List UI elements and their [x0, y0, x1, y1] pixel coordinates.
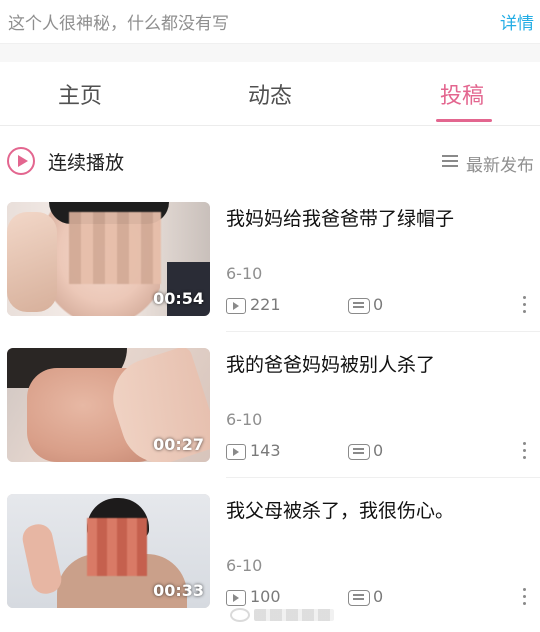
- video-date: 6-10: [226, 264, 263, 283]
- comment-icon: [348, 590, 370, 606]
- active-tab-indicator: [436, 119, 492, 122]
- video-thumbnail[interactable]: 00:33: [7, 494, 210, 608]
- profile-tabs: 主页 动态 投稿: [0, 62, 540, 126]
- video-list-item[interactable]: 00:27 我的爸爸妈妈被别人杀了 6-10 143 0: [0, 342, 540, 488]
- weibo-logo-icon: [230, 608, 250, 622]
- video-date: 6-10: [226, 410, 263, 429]
- video-date: 6-10: [226, 556, 263, 575]
- video-title[interactable]: 我妈妈给我爸爸带了绿帽子: [226, 204, 454, 231]
- video-thumbnail[interactable]: 00:54: [7, 202, 210, 316]
- sort-list-icon[interactable]: [442, 155, 458, 167]
- tab-home[interactable]: 主页: [58, 78, 102, 110]
- details-link[interactable]: 详情: [500, 9, 534, 34]
- comment-count: 0: [373, 295, 384, 314]
- video-duration: 00:27: [153, 435, 204, 454]
- more-options-icon[interactable]: [520, 294, 530, 318]
- comment-icon: [348, 298, 370, 314]
- bio-text: 这个人很神秘，什么都没有写: [8, 14, 229, 34]
- more-options-icon[interactable]: [520, 586, 530, 610]
- continuous-play-button[interactable]: 连续播放: [48, 148, 124, 175]
- tab-dynamics[interactable]: 动态: [248, 78, 292, 110]
- play-circle-icon[interactable]: [7, 147, 35, 175]
- video-duration: 00:33: [153, 581, 204, 600]
- play-count-icon: [226, 444, 246, 460]
- video-title[interactable]: 我的爸爸妈妈被别人杀了: [226, 350, 435, 377]
- tab-submissions[interactable]: 投稿: [440, 78, 484, 110]
- sort-newest-button[interactable]: 最新发布: [466, 151, 534, 176]
- section-gap: [0, 44, 540, 62]
- more-options-icon[interactable]: [520, 440, 530, 464]
- comment-icon: [348, 444, 370, 460]
- video-duration: 00:54: [153, 289, 204, 308]
- view-count: 221: [250, 295, 281, 314]
- video-list-item[interactable]: 00:54 我妈妈给我爸爸带了绿帽子 6-10 221 0: [0, 196, 540, 342]
- comment-count: 0: [373, 587, 384, 606]
- divider: [226, 477, 540, 478]
- video-title[interactable]: 我父母被杀了，我很伤心。: [226, 496, 454, 523]
- view-count: 143: [250, 441, 281, 460]
- weibo-watermark: [230, 604, 342, 626]
- profile-bio-bar: 这个人很神秘，什么都没有写 详情: [0, 0, 540, 44]
- comment-count: 0: [373, 441, 384, 460]
- video-thumbnail[interactable]: 00:27: [7, 348, 210, 462]
- watermark-text: [254, 609, 334, 621]
- divider: [226, 331, 540, 332]
- play-count-icon: [226, 298, 246, 314]
